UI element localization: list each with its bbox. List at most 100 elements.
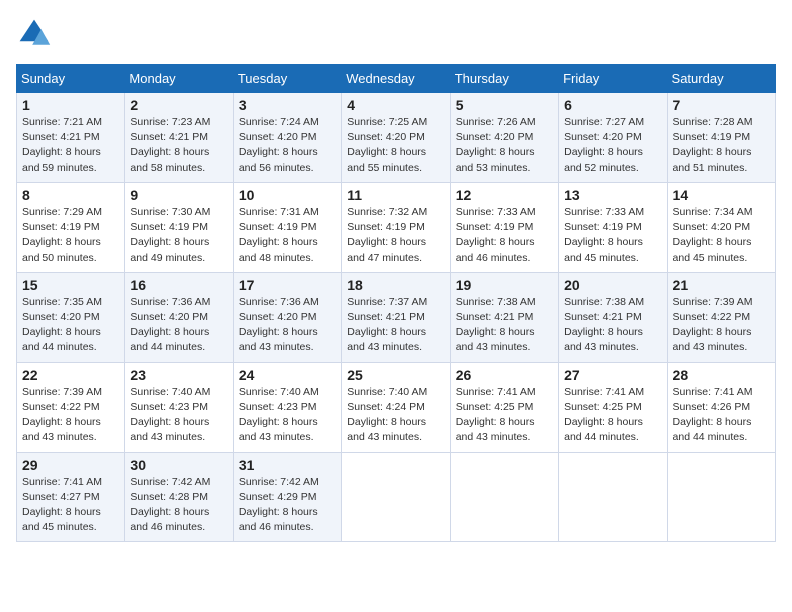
calendar-cell: 4 Sunrise: 7:25 AM Sunset: 4:20 PM Daylig… — [342, 93, 450, 183]
logo — [16, 16, 56, 52]
calendar-cell: 25 Sunrise: 7:40 AM Sunset: 4:24 PM Dayli… — [342, 362, 450, 452]
day-number: 24 — [239, 367, 336, 383]
day-info: Sunrise: 7:34 AM Sunset: 4:20 PM Dayligh… — [673, 205, 770, 266]
day-info: Sunrise: 7:37 AM Sunset: 4:21 PM Dayligh… — [347, 295, 444, 356]
day-number: 13 — [564, 187, 661, 203]
page-header — [16, 16, 776, 52]
calendar-cell: 26Sunrise: 7:41 AM Sunset: 4:25 PM Dayli… — [450, 362, 558, 452]
day-info: Sunrise: 7:26 AM Sunset: 4:20 PM Dayligh… — [456, 115, 553, 176]
calendar-cell: 8 Sunrise: 7:29 AM Sunset: 4:19 PM Daylig… — [17, 182, 125, 272]
day-info: Sunrise: 7:41 AM Sunset: 4:25 PM Dayligh… — [456, 385, 553, 446]
calendar-cell: 31 Sunrise: 7:42 AM Sunset: 4:29 PM Dayli… — [233, 452, 341, 542]
calendar-week-row: 8 Sunrise: 7:29 AM Sunset: 4:19 PM Daylig… — [17, 182, 776, 272]
calendar-cell: 6Sunrise: 7:27 AM Sunset: 4:20 PM Daylig… — [559, 93, 667, 183]
day-info: Sunrise: 7:39 AM Sunset: 4:22 PM Dayligh… — [673, 295, 770, 356]
calendar-body: 1 Sunrise: 7:21 AM Sunset: 4:21 PM Daylig… — [17, 93, 776, 542]
day-number: 7 — [673, 97, 770, 113]
day-number: 21 — [673, 277, 770, 293]
day-info: Sunrise: 7:23 AM Sunset: 4:21 PM Dayligh… — [130, 115, 227, 176]
day-number: 2 — [130, 97, 227, 113]
day-number: 25 — [347, 367, 444, 383]
calendar-cell: 3 Sunrise: 7:24 AM Sunset: 4:20 PM Daylig… — [233, 93, 341, 183]
day-number: 16 — [130, 277, 227, 293]
calendar-week-row: 15 Sunrise: 7:35 AM Sunset: 4:20 PM Dayli… — [17, 272, 776, 362]
calendar-cell: 21 Sunrise: 7:39 AM Sunset: 4:22 PM Dayli… — [667, 272, 775, 362]
day-info: Sunrise: 7:39 AM Sunset: 4:22 PM Dayligh… — [22, 385, 119, 446]
weekday-header: Monday — [125, 65, 233, 93]
day-number: 31 — [239, 457, 336, 473]
calendar-cell: 28 Sunrise: 7:41 AM Sunset: 4:26 PM Dayli… — [667, 362, 775, 452]
calendar-cell: 29 Sunrise: 7:41 AM Sunset: 4:27 PM Dayli… — [17, 452, 125, 542]
weekday-header: Wednesday — [342, 65, 450, 93]
day-number: 17 — [239, 277, 336, 293]
calendar-week-row: 29 Sunrise: 7:41 AM Sunset: 4:27 PM Dayli… — [17, 452, 776, 542]
day-info: Sunrise: 7:29 AM Sunset: 4:19 PM Dayligh… — [22, 205, 119, 266]
day-number: 27 — [564, 367, 661, 383]
calendar-table: SundayMondayTuesdayWednesdayThursdayFrid… — [16, 64, 776, 542]
calendar-cell: 15 Sunrise: 7:35 AM Sunset: 4:20 PM Dayli… — [17, 272, 125, 362]
day-info: Sunrise: 7:32 AM Sunset: 4:19 PM Dayligh… — [347, 205, 444, 266]
calendar-cell: 22 Sunrise: 7:39 AM Sunset: 4:22 PM Dayli… — [17, 362, 125, 452]
day-info: Sunrise: 7:25 AM Sunset: 4:20 PM Dayligh… — [347, 115, 444, 176]
calendar-cell: 18 Sunrise: 7:37 AM Sunset: 4:21 PM Dayli… — [342, 272, 450, 362]
day-info: Sunrise: 7:41 AM Sunset: 4:27 PM Dayligh… — [22, 475, 119, 536]
day-info: Sunrise: 7:38 AM Sunset: 4:21 PM Dayligh… — [456, 295, 553, 356]
calendar-cell: 30 Sunrise: 7:42 AM Sunset: 4:28 PM Dayli… — [125, 452, 233, 542]
day-number: 15 — [22, 277, 119, 293]
calendar-cell: 20 Sunrise: 7:38 AM Sunset: 4:21 PM Dayli… — [559, 272, 667, 362]
day-info: Sunrise: 7:42 AM Sunset: 4:29 PM Dayligh… — [239, 475, 336, 536]
day-info: Sunrise: 7:41 AM Sunset: 4:26 PM Dayligh… — [673, 385, 770, 446]
day-info: Sunrise: 7:38 AM Sunset: 4:21 PM Dayligh… — [564, 295, 661, 356]
calendar-cell: 16 Sunrise: 7:36 AM Sunset: 4:20 PM Dayli… — [125, 272, 233, 362]
day-number: 20 — [564, 277, 661, 293]
calendar-cell: 19 Sunrise: 7:38 AM Sunset: 4:21 PM Dayli… — [450, 272, 558, 362]
weekday-header: Tuesday — [233, 65, 341, 93]
day-number: 22 — [22, 367, 119, 383]
calendar-cell: 17 Sunrise: 7:36 AM Sunset: 4:20 PM Dayli… — [233, 272, 341, 362]
calendar-cell: 7 Sunrise: 7:28 AM Sunset: 4:19 PM Daylig… — [667, 93, 775, 183]
day-number: 19 — [456, 277, 553, 293]
calendar-cell: 23Sunrise: 7:40 AM Sunset: 4:23 PM Dayli… — [125, 362, 233, 452]
calendar-cell: 11Sunrise: 7:32 AM Sunset: 4:19 PM Dayli… — [342, 182, 450, 272]
day-number: 9 — [130, 187, 227, 203]
calendar-cell: 12Sunrise: 7:33 AM Sunset: 4:19 PM Dayli… — [450, 182, 558, 272]
weekday-header: Friday — [559, 65, 667, 93]
calendar-cell: 2 Sunrise: 7:23 AM Sunset: 4:21 PM Daylig… — [125, 93, 233, 183]
calendar-cell — [667, 452, 775, 542]
day-number: 6 — [564, 97, 661, 113]
day-info: Sunrise: 7:42 AM Sunset: 4:28 PM Dayligh… — [130, 475, 227, 536]
day-number: 29 — [22, 457, 119, 473]
logo-icon — [16, 16, 52, 52]
day-info: Sunrise: 7:33 AM Sunset: 4:19 PM Dayligh… — [564, 205, 661, 266]
day-number: 8 — [22, 187, 119, 203]
day-info: Sunrise: 7:33 AM Sunset: 4:19 PM Dayligh… — [456, 205, 553, 266]
calendar-week-row: 22 Sunrise: 7:39 AM Sunset: 4:22 PM Dayli… — [17, 362, 776, 452]
day-number: 14 — [673, 187, 770, 203]
day-number: 4 — [347, 97, 444, 113]
weekday-header: Saturday — [667, 65, 775, 93]
day-info: Sunrise: 7:41 AM Sunset: 4:25 PM Dayligh… — [564, 385, 661, 446]
calendar-cell: 13 Sunrise: 7:33 AM Sunset: 4:19 PM Dayli… — [559, 182, 667, 272]
day-info: Sunrise: 7:24 AM Sunset: 4:20 PM Dayligh… — [239, 115, 336, 176]
calendar-cell — [450, 452, 558, 542]
day-number: 1 — [22, 97, 119, 113]
day-info: Sunrise: 7:21 AM Sunset: 4:21 PM Dayligh… — [22, 115, 119, 176]
day-info: Sunrise: 7:36 AM Sunset: 4:20 PM Dayligh… — [239, 295, 336, 356]
day-info: Sunrise: 7:40 AM Sunset: 4:24 PM Dayligh… — [347, 385, 444, 446]
weekday-header: Thursday — [450, 65, 558, 93]
day-info: Sunrise: 7:28 AM Sunset: 4:19 PM Dayligh… — [673, 115, 770, 176]
calendar-week-row: 1 Sunrise: 7:21 AM Sunset: 4:21 PM Daylig… — [17, 93, 776, 183]
day-number: 18 — [347, 277, 444, 293]
day-info: Sunrise: 7:31 AM Sunset: 4:19 PM Dayligh… — [239, 205, 336, 266]
day-info: Sunrise: 7:36 AM Sunset: 4:20 PM Dayligh… — [130, 295, 227, 356]
day-info: Sunrise: 7:40 AM Sunset: 4:23 PM Dayligh… — [239, 385, 336, 446]
calendar-cell: 24 Sunrise: 7:40 AM Sunset: 4:23 PM Dayli… — [233, 362, 341, 452]
calendar-cell: 14 Sunrise: 7:34 AM Sunset: 4:20 PM Dayli… — [667, 182, 775, 272]
day-number: 5 — [456, 97, 553, 113]
day-info: Sunrise: 7:35 AM Sunset: 4:20 PM Dayligh… — [22, 295, 119, 356]
day-number: 3 — [239, 97, 336, 113]
day-number: 30 — [130, 457, 227, 473]
day-info: Sunrise: 7:40 AM Sunset: 4:23 PM Dayligh… — [130, 385, 227, 446]
calendar-cell — [559, 452, 667, 542]
day-number: 28 — [673, 367, 770, 383]
